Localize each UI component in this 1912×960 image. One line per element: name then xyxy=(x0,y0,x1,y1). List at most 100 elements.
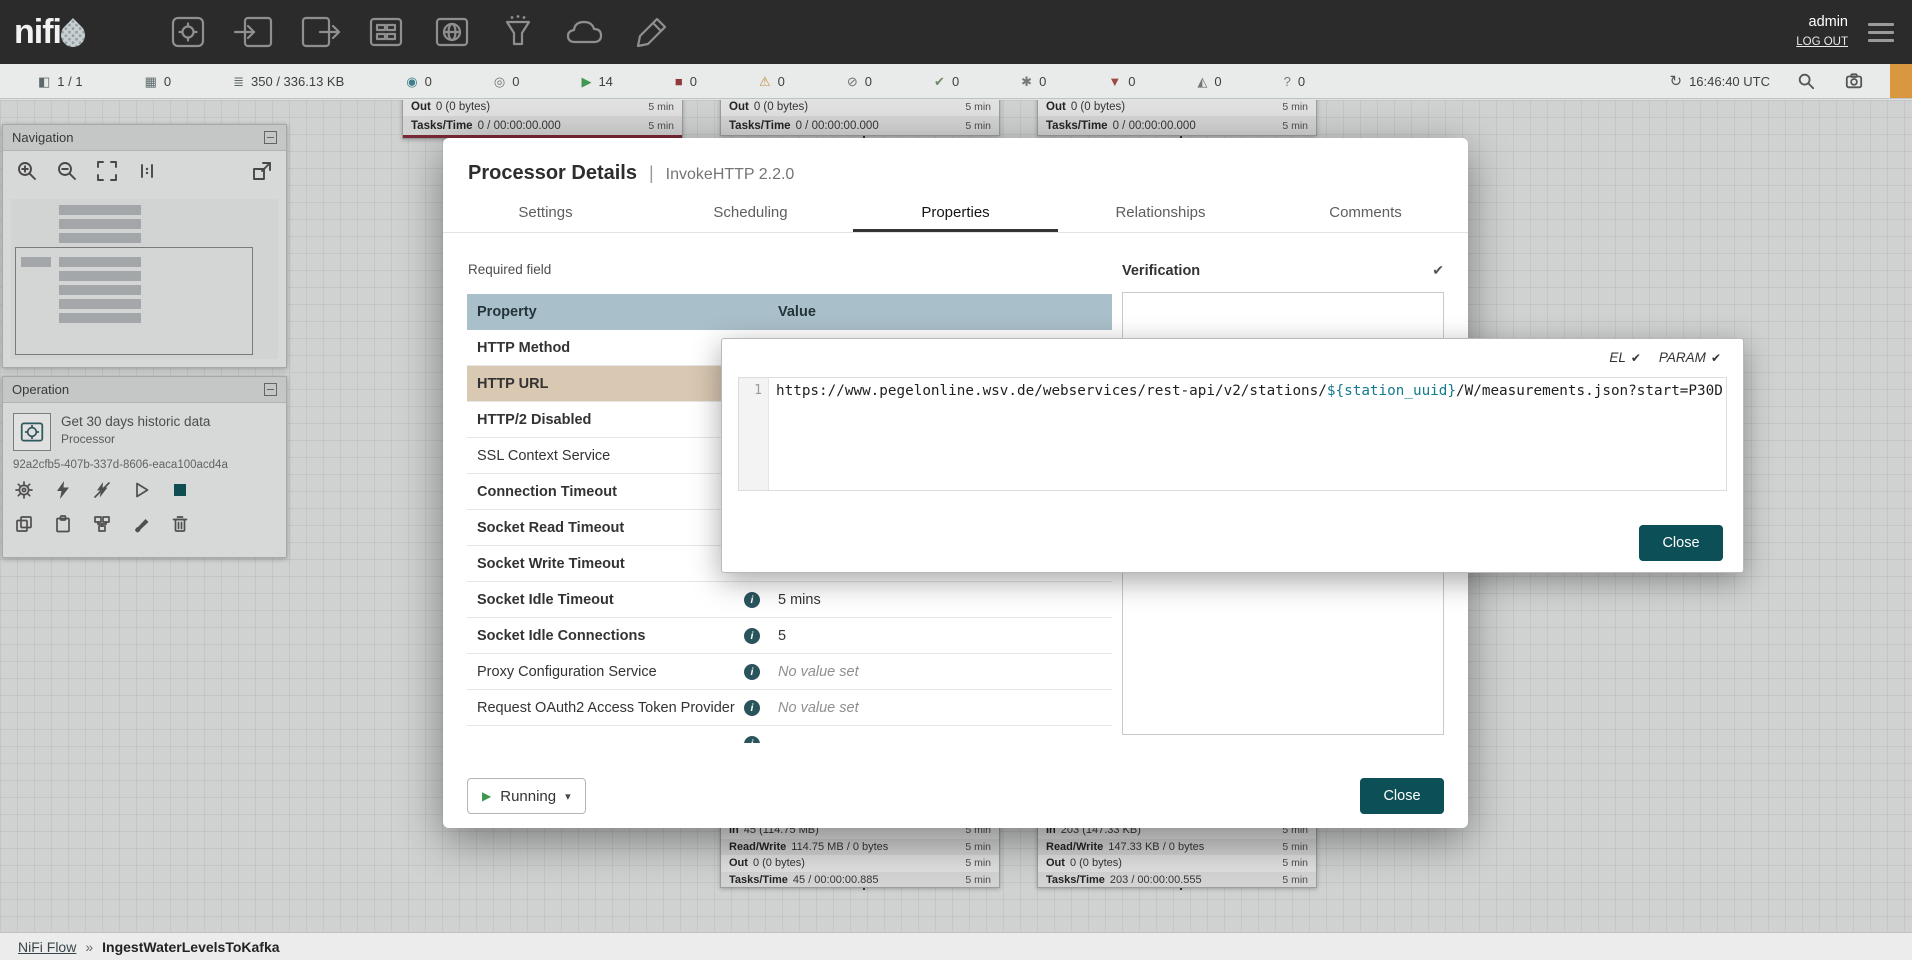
flow-capture-icon[interactable] xyxy=(1842,69,1866,93)
sync-failure-icon: ? xyxy=(1284,75,1291,88)
funnel-icon[interactable] xyxy=(496,13,540,51)
property-row-oauth2-token-provider[interactable]: Request OAuth2 Access Token Provideri No… xyxy=(467,690,1112,726)
threads-icon: ◧ xyxy=(38,75,50,88)
transmitting-icon: ◉ xyxy=(406,75,417,88)
input-port-icon[interactable] xyxy=(232,13,276,51)
status-active-threads: ◧ 1 / 1 xyxy=(38,74,83,89)
play-icon: ▶ xyxy=(482,789,491,803)
up-to-date-icon: ✔ xyxy=(934,75,945,88)
queue-icon: ≣ xyxy=(233,75,244,88)
invalid-icon: ⚠ xyxy=(759,75,771,88)
breadcrumb-root-link[interactable]: NiFi Flow xyxy=(18,939,76,955)
editor-close-button[interactable]: Close xyxy=(1639,525,1723,561)
stale-icon: ▼ xyxy=(1108,75,1121,88)
property-value-editor: EL ✔ PARAM ✔ 1 https://www.pegelonline.w… xyxy=(721,338,1744,573)
property-row-partial[interactable]: i xyxy=(467,726,1112,743)
tab-comments[interactable]: Comments xyxy=(1263,195,1468,232)
status-stale: ▼ 0 xyxy=(1108,74,1135,89)
user-area: admin LOG OUT xyxy=(1796,13,1848,51)
info-icon: i xyxy=(744,700,760,716)
status-locally-modified-stale: ◭ 0 xyxy=(1197,74,1221,89)
property-row-proxy-configuration-service[interactable]: Proxy Configuration Servicei No value se… xyxy=(467,654,1112,690)
param-supported-badge: PARAM ✔ xyxy=(1659,350,1721,365)
dialog-title-divider: | xyxy=(649,163,654,184)
status-transmitting: ◉ 0 xyxy=(406,74,432,89)
remote-process-group-icon[interactable] xyxy=(430,13,474,51)
global-menu-icon[interactable] xyxy=(1868,23,1894,42)
search-icon[interactable] xyxy=(1794,69,1818,93)
info-icon: i xyxy=(744,628,760,644)
status-sync-failure: ? 0 xyxy=(1284,74,1305,89)
status-items: ◧ 1 / 1 ▦ 0 ≣ 350 / 336.13 KB ◉ 0 ◎ 0 ▶ … xyxy=(0,74,1305,89)
dialog-header: Processor Details | InvokeHTTP 2.2.0 xyxy=(443,138,1468,195)
brand-text: nifi xyxy=(14,13,61,52)
breadcrumb: NiFi Flow » IngestWaterLevelsToKafka xyxy=(0,932,1912,960)
status-terminated-threads: ▦ 0 xyxy=(145,74,172,89)
process-group-icon[interactable] xyxy=(364,13,408,51)
refresh-icon[interactable]: ↻ xyxy=(1669,74,1682,89)
label-icon[interactable] xyxy=(628,13,672,51)
dialog-subtitle: InvokeHTTP 2.2.0 xyxy=(666,166,795,184)
check-icon: ✔ xyxy=(1631,351,1641,365)
processor-icon[interactable] xyxy=(166,13,210,51)
verification-title: Verification xyxy=(1122,263,1200,279)
check-icon[interactable]: ✔ xyxy=(1432,262,1444,279)
top-header: nifi xyxy=(0,0,1912,64)
status-disabled: ⊘ 0 xyxy=(847,74,872,89)
logout-link[interactable]: LOG OUT xyxy=(1796,35,1848,49)
info-icon: i xyxy=(744,664,760,680)
component-toolbar xyxy=(166,13,672,51)
dialog-footer: ▶ Running ▾ Close xyxy=(467,778,1444,814)
info-icon: i xyxy=(744,736,760,744)
info-icon: i xyxy=(744,592,760,608)
disabled-icon: ⊘ xyxy=(847,75,858,88)
tab-settings[interactable]: Settings xyxy=(443,195,648,232)
run-state-label: Running xyxy=(500,788,556,805)
editor-gutter: 1 xyxy=(739,378,769,490)
verification-header: Verification ✔ xyxy=(1122,262,1444,279)
locally-modified-stale-icon: ◭ xyxy=(1197,75,1207,88)
droplet-icon xyxy=(56,18,90,52)
status-up-to-date: ✔ 0 xyxy=(934,74,959,89)
not-transmitting-icon: ◎ xyxy=(494,75,505,88)
property-row-socket-idle-connections[interactable]: Socket Idle Connectionsi 5 xyxy=(467,618,1112,654)
status-bar: ◧ 1 / 1 ▦ 0 ≣ 350 / 336.13 KB ◉ 0 ◎ 0 ▶ … xyxy=(0,64,1912,99)
last-refresh: ↻ 16:46:40 UTC xyxy=(1669,74,1770,89)
flow-analysis-toggle[interactable] xyxy=(1890,64,1912,98)
running-icon: ▶ xyxy=(581,75,591,88)
dialog-title: Processor Details xyxy=(468,162,637,185)
locally-modified-icon: ✱ xyxy=(1021,75,1032,88)
el-supported-badge: EL ✔ xyxy=(1609,350,1641,365)
status-stopped: ■ 0 xyxy=(675,74,697,89)
status-invalid: ⚠ 0 xyxy=(759,74,785,89)
el-expression-token: ${station_uuid} xyxy=(1327,383,1456,399)
value-code-editor[interactable]: 1 https://www.pegelonline.wsv.de/webserv… xyxy=(738,377,1727,491)
breadcrumb-current: IngestWaterLevelsToKafka xyxy=(102,939,279,955)
status-locally-modified: ✱ 0 xyxy=(1021,74,1046,89)
dialog-tabs: Settings Scheduling Properties Relations… xyxy=(443,195,1468,233)
column-property: Property xyxy=(467,304,768,320)
dialog-close-button[interactable]: Close xyxy=(1360,778,1444,814)
tab-relationships[interactable]: Relationships xyxy=(1058,195,1263,232)
status-not-transmitting: ◎ 0 xyxy=(494,74,520,89)
current-user: admin xyxy=(1796,13,1848,31)
caret-down-icon: ▾ xyxy=(565,790,571,803)
property-row-socket-idle-timeout[interactable]: Socket Idle Timeouti 5 mins xyxy=(467,582,1112,618)
stopped-icon: ■ xyxy=(675,75,683,88)
grid-icon: ▦ xyxy=(145,75,157,88)
remote-cloud-icon[interactable] xyxy=(562,13,606,51)
run-state-button[interactable]: ▶ Running ▾ xyxy=(467,778,586,814)
output-port-icon[interactable] xyxy=(298,13,342,51)
nifi-app: Out 0 (0 bytes) 5 min Tasks/Time 0 / 00:… xyxy=(0,0,1912,960)
status-running: ▶ 14 xyxy=(581,74,612,89)
nifi-logo: nifi xyxy=(14,13,146,52)
line-number: 1 xyxy=(754,383,762,398)
check-icon: ✔ xyxy=(1711,351,1721,365)
breadcrumb-separator: » xyxy=(85,939,93,955)
editor-code-line[interactable]: https://www.pegelonline.wsv.de/webservic… xyxy=(769,378,1726,490)
status-queued: ≣ 350 / 336.13 KB xyxy=(233,74,344,89)
column-value: Value xyxy=(768,304,1112,320)
required-field-note: Required field xyxy=(468,262,551,277)
tab-scheduling[interactable]: Scheduling xyxy=(648,195,853,232)
tab-properties[interactable]: Properties xyxy=(853,195,1058,232)
